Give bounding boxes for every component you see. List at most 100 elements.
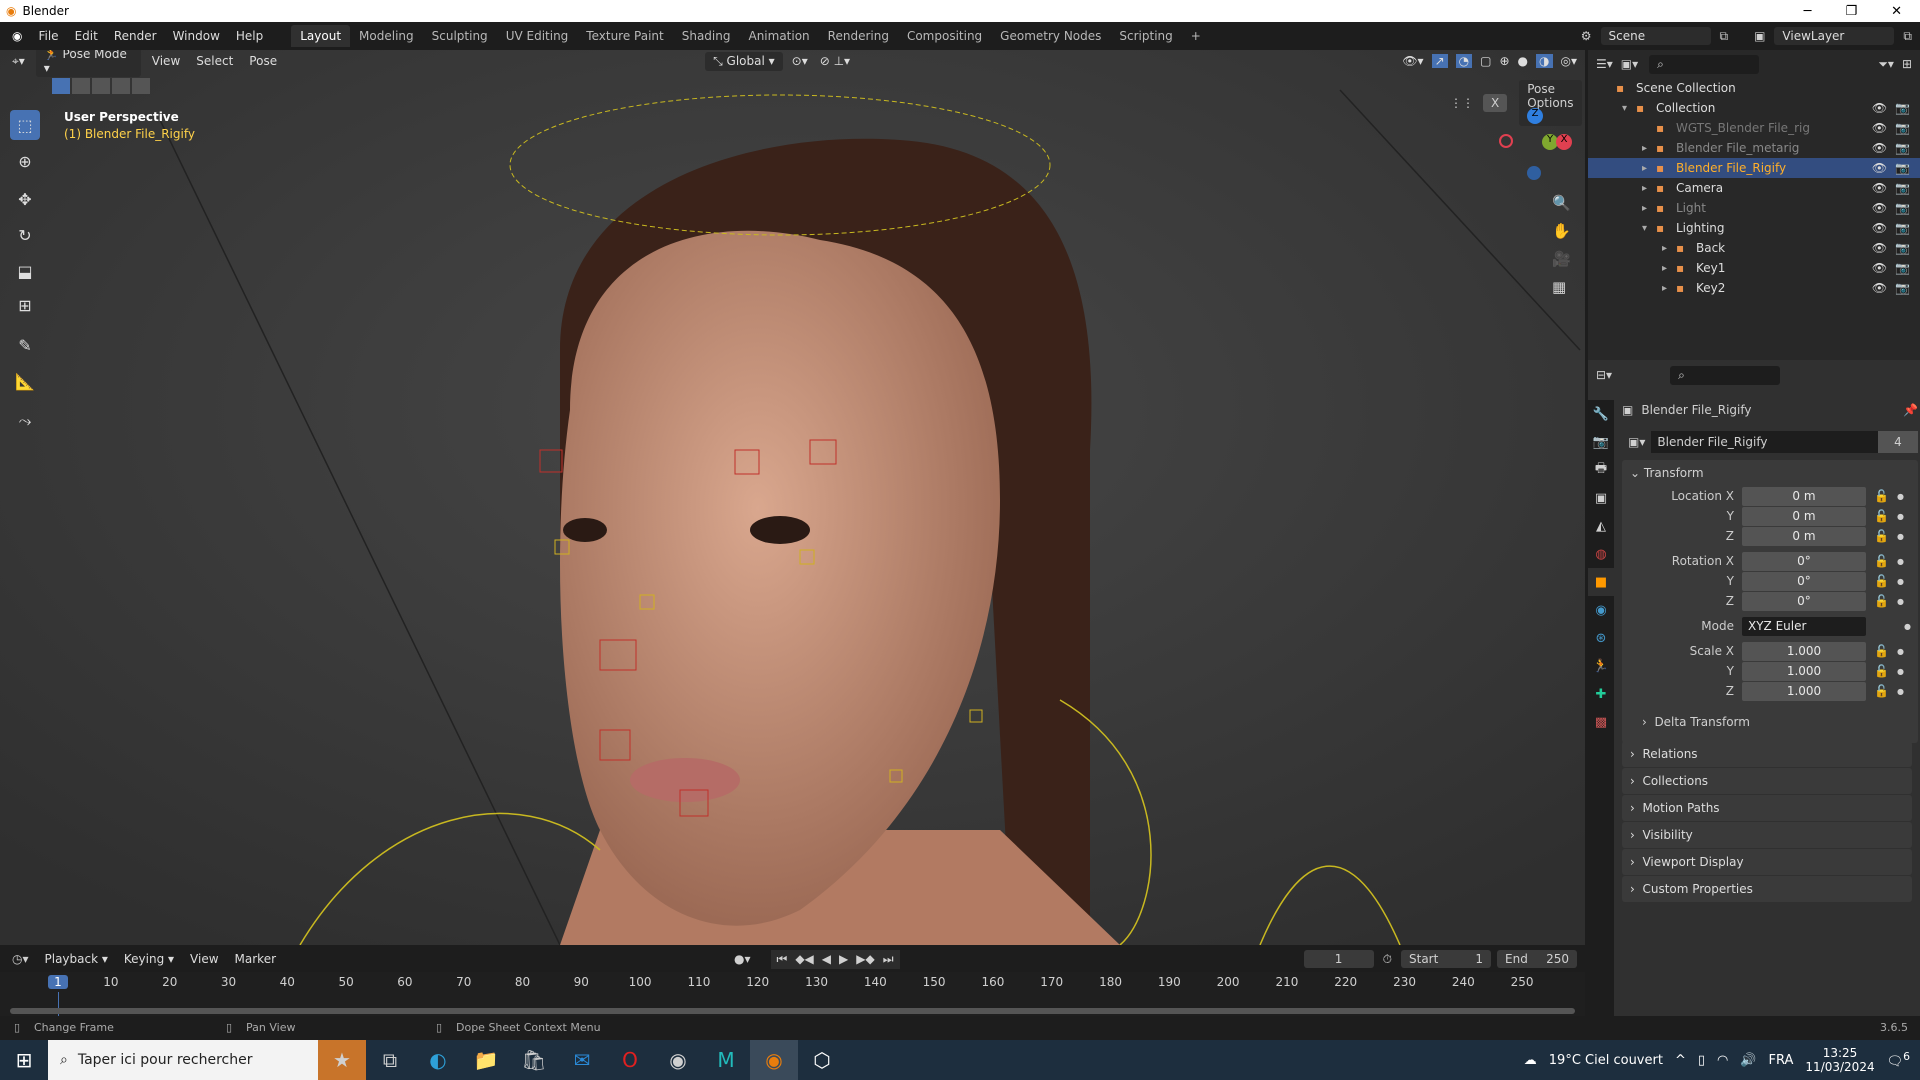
physics-tab-icon[interactable]: ◉ bbox=[1588, 596, 1614, 624]
properties-panel-header[interactable]: › Collections bbox=[1622, 768, 1912, 794]
blender-taskbar-icon[interactable]: ◉ bbox=[750, 1040, 798, 1080]
menu-timeline-view[interactable]: View bbox=[182, 952, 226, 966]
lock-icon[interactable]: 🔓 bbox=[1874, 489, 1889, 503]
lock-icon[interactable]: 🔓 bbox=[1874, 529, 1889, 543]
move-tool[interactable]: ✥ bbox=[10, 184, 40, 214]
menu-render[interactable]: Render bbox=[106, 29, 165, 43]
tab-uv-editing[interactable]: UV Editing bbox=[497, 25, 578, 47]
outliner-item[interactable]: ▪ WGTS_Blender File_rig 👁 📷 bbox=[1588, 118, 1920, 138]
tab-layout[interactable]: Layout bbox=[291, 25, 351, 47]
scene-tab-icon[interactable]: ◭ bbox=[1588, 512, 1614, 540]
visibility-eye-icon[interactable]: 👁 bbox=[1872, 181, 1887, 195]
outliner-item[interactable]: ▸ ▪ Blender File_metarig 👁 📷 bbox=[1588, 138, 1920, 158]
expand-arrow-icon[interactable]: ▸ bbox=[1642, 163, 1656, 174]
pan-hand-icon[interactable]: ✋ bbox=[1552, 222, 1571, 240]
lock-icon[interactable]: 🔓 bbox=[1874, 574, 1889, 588]
tab-sculpting[interactable]: Sculpting bbox=[423, 25, 497, 47]
expand-arrow-icon[interactable]: ▸ bbox=[1642, 203, 1656, 214]
jump-end-icon[interactable]: ⏭ bbox=[883, 952, 894, 967]
constraints-tab-icon[interactable]: ⊛ bbox=[1588, 624, 1614, 652]
filter-view-icon[interactable]: ▣▾ bbox=[1621, 57, 1638, 71]
editor-type-icon[interactable]: ⌖▾ bbox=[0, 54, 33, 69]
menu-file[interactable]: File bbox=[30, 29, 66, 43]
properties-editor-type-icon[interactable]: ⊟▾ bbox=[1596, 368, 1612, 382]
relax-pose-tool[interactable]: ⤳ bbox=[10, 406, 40, 436]
property-value-field[interactable]: 0° bbox=[1742, 551, 1866, 571]
keyframe-dot-icon[interactable]: ● bbox=[1897, 687, 1904, 696]
scene-selector[interactable]: Scene bbox=[1600, 27, 1711, 45]
property-value-field[interactable]: 0 m bbox=[1742, 506, 1866, 526]
current-frame-field[interactable]: 1 bbox=[1303, 950, 1374, 968]
play-icon[interactable]: ▶ bbox=[839, 952, 848, 967]
pivot-icon[interactable]: ⊙▾ bbox=[786, 54, 814, 68]
scene-icon[interactable]: ⚙ bbox=[1581, 29, 1592, 43]
preview-range-icon[interactable]: ⏱ bbox=[1377, 952, 1398, 967]
delta-transform-subpanel[interactable]: › Delta Transform bbox=[1622, 709, 1918, 735]
chrome-icon[interactable]: ◉ bbox=[654, 1040, 702, 1080]
property-value-field[interactable]: 0 m bbox=[1742, 526, 1866, 546]
visibility-eye-icon[interactable]: 👁 bbox=[1872, 221, 1887, 235]
wifi-icon[interactable]: ◠ bbox=[1717, 1053, 1728, 1068]
gizmo-toggle-icon[interactable]: ↗ bbox=[1431, 54, 1448, 68]
keyframe-dot-icon[interactable]: ● bbox=[1897, 557, 1904, 566]
new-collection-icon[interactable]: ⊞ bbox=[1902, 57, 1912, 71]
add-workspace-button[interactable]: + bbox=[1182, 25, 1210, 47]
annotate-tool[interactable]: ✎ bbox=[10, 330, 40, 360]
visibility-eye-icon[interactable]: 👁 bbox=[1872, 281, 1887, 295]
timeline-editor-type-icon[interactable]: ◷▾ bbox=[0, 952, 37, 966]
menu-edit[interactable]: Edit bbox=[67, 29, 106, 43]
tab-modeling[interactable]: Modeling bbox=[350, 25, 423, 47]
auto-keying-button[interactable]: ●▾ bbox=[734, 952, 751, 966]
task-view-icon[interactable]: ⧉ bbox=[366, 1040, 414, 1080]
taskbar-search-input[interactable]: ⌕ Taper ici pour rechercher bbox=[48, 1040, 318, 1080]
world-tab-icon[interactable]: ◍ bbox=[1588, 540, 1614, 568]
notifications-button[interactable]: 🗨6 bbox=[1887, 1050, 1910, 1069]
current-frame-marker[interactable]: 1 bbox=[48, 975, 68, 989]
overlay-toggle-icon[interactable]: ◔ bbox=[1455, 54, 1473, 68]
clock[interactable]: 13:25 11/03/2024 bbox=[1805, 1046, 1874, 1074]
tool-tab-icon[interactable]: 🔧 bbox=[1588, 400, 1614, 428]
outliner-item[interactable]: ▸ ▪ Key2 👁 📷 bbox=[1588, 278, 1920, 298]
wireframe-shading-icon[interactable]: ⊕ bbox=[1499, 54, 1509, 68]
camera-tray-icon[interactable]: ▯ bbox=[1698, 1053, 1705, 1068]
blender-menu-icon[interactable]: ◉ bbox=[0, 29, 30, 43]
expand-arrow-icon[interactable]: ▾ bbox=[1642, 223, 1656, 234]
tab-shading[interactable]: Shading bbox=[673, 25, 740, 47]
view-layer-icon[interactable]: ▣ bbox=[1754, 29, 1765, 43]
maximize-button[interactable]: ❐ bbox=[1845, 4, 1857, 19]
lock-icon[interactable]: 🔓 bbox=[1874, 664, 1889, 678]
outliner-item[interactable]: ▸ ▪ Blender File_Rigify 👁 📷 bbox=[1588, 158, 1920, 178]
minimize-button[interactable]: ─ bbox=[1804, 4, 1812, 19]
new-view-layer-icon[interactable]: ⧉ bbox=[1903, 29, 1912, 44]
property-value-field[interactable]: 0 m bbox=[1742, 486, 1866, 506]
keyframe-dot-icon[interactable]: ● bbox=[1897, 532, 1904, 541]
show-hidden-icons[interactable]: ^ bbox=[1675, 1053, 1686, 1068]
menu-window[interactable]: Window bbox=[165, 29, 228, 43]
measure-tool[interactable]: 📐 bbox=[10, 366, 40, 396]
xray-icon[interactable]: ▢ bbox=[1480, 54, 1491, 68]
properties-panel-header[interactable]: › Custom Properties bbox=[1622, 876, 1912, 902]
properties-panel-header[interactable]: › Viewport Display bbox=[1622, 849, 1912, 875]
select-invert-icon[interactable] bbox=[112, 78, 130, 94]
outliner-item[interactable]: ▾ ▪ Lighting 👁 📷 bbox=[1588, 218, 1920, 238]
menu-pose[interactable]: Pose bbox=[241, 54, 285, 68]
gizmo-x-axis[interactable]: X bbox=[1556, 134, 1572, 150]
visibility-eye-icon[interactable]: 👁 bbox=[1872, 161, 1887, 175]
expand-arrow-icon[interactable]: ▸ bbox=[1662, 283, 1676, 294]
property-value-field[interactable]: 0° bbox=[1742, 591, 1866, 611]
visibility-icon[interactable]: 👁▾ bbox=[1402, 54, 1423, 68]
properties-panel-header[interactable]: › Relations bbox=[1622, 741, 1912, 767]
outliner-item[interactable]: ▸ ▪ Camera 👁 📷 bbox=[1588, 178, 1920, 198]
menu-keying[interactable]: Keying ▾ bbox=[116, 952, 182, 966]
3d-viewer-icon[interactable]: ⬡ bbox=[798, 1040, 846, 1080]
outliner-item[interactable]: ▪ Scene Collection bbox=[1588, 78, 1920, 98]
mirror-icon[interactable]: ⋮⋮ bbox=[1450, 96, 1474, 110]
keyframe-dot-icon[interactable]: ● bbox=[1897, 492, 1904, 501]
opera-icon[interactable]: O bbox=[606, 1040, 654, 1080]
properties-panel-header[interactable]: › Motion Paths bbox=[1622, 795, 1912, 821]
armature-tab-icon[interactable]: 🏃 bbox=[1588, 652, 1614, 680]
expand-arrow-icon[interactable]: ▸ bbox=[1662, 243, 1676, 254]
solid-shading-icon[interactable]: ● bbox=[1518, 54, 1528, 68]
properties-panel-header[interactable]: › Visibility bbox=[1622, 822, 1912, 848]
gizmo-neg-z[interactable] bbox=[1527, 166, 1541, 180]
